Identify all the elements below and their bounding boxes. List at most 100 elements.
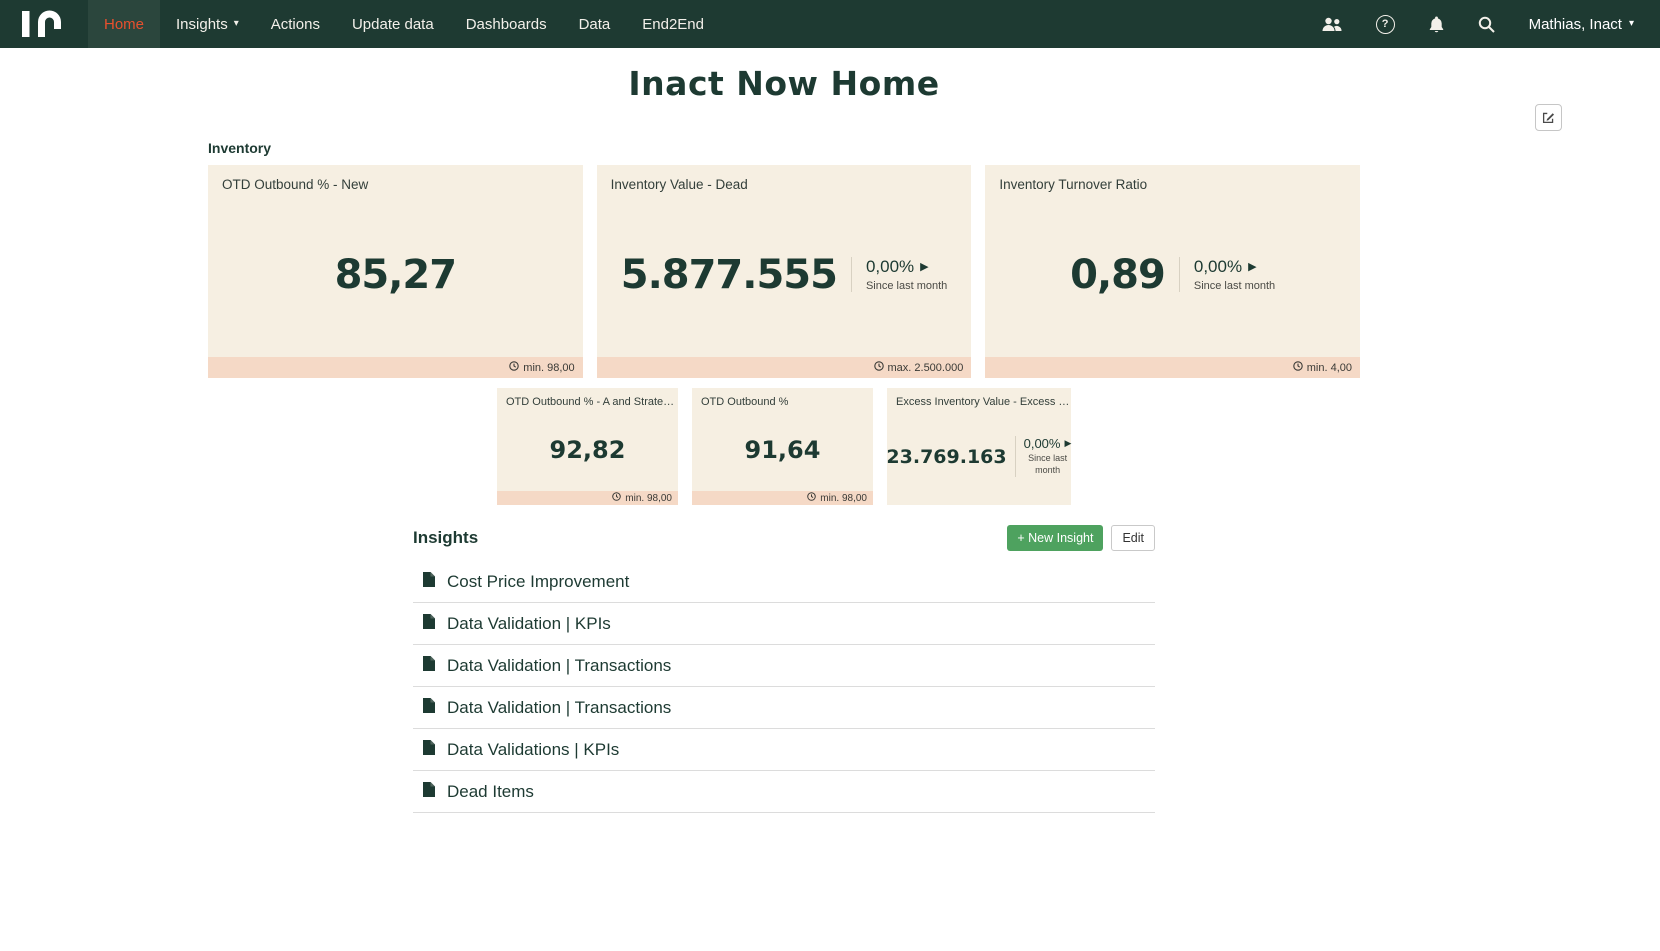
insights-actions: + New Insight Edit [1007, 525, 1155, 551]
users-icon[interactable] [1322, 17, 1342, 32]
inact-logo[interactable] [0, 0, 88, 48]
kpi-card-otd-outbound-a-strategic[interactable]: OTD Outbound % - A and Strate… 92,82 min… [497, 388, 678, 505]
insight-item-label: Data Validation | Transactions [447, 655, 672, 675]
play-icon: ▶ [1064, 438, 1072, 449]
top-navbar: Home Insights ▾ Actions Update data Dash… [0, 0, 1660, 48]
kpi-delta-value: 0,00% [1023, 436, 1061, 452]
insight-item-label: Data Validations | KPIs [447, 739, 620, 759]
kpi-card-title: Inventory Value - Dead [610, 177, 748, 192]
nav-item-update-data[interactable]: Update data [336, 0, 450, 48]
kpi-card-title: OTD Outbound % - New [222, 177, 369, 192]
kpi-delta-block: 0,00% ▶ Since last month [850, 257, 948, 292]
kpi-delta-block: 0,00% ▶ Since last month [1014, 436, 1072, 477]
insight-item-label: Data Validation | KPIs [447, 613, 611, 633]
kpi-threshold-strip: min. 98,00 [208, 357, 583, 378]
inact-logo-icon [22, 10, 61, 37]
insights-section-label: Insights [413, 528, 479, 547]
nav-item-home[interactable]: Home [88, 0, 161, 48]
kpi-threshold-label: max. 2.500.000 [887, 361, 964, 374]
insight-list-item[interactable]: Data Validation | KPIs [413, 603, 1155, 645]
insight-list-item[interactable]: Cost Price Improvement [413, 561, 1155, 603]
nav-item-actions[interactable]: Actions [255, 0, 336, 48]
kpi-card-title: Excess Inventory Value - Excess … [896, 396, 1070, 408]
insight-item-label: Dead Items [447, 781, 534, 801]
kpi-card-body: 5.877.555 0,00% ▶ Since last month [597, 192, 972, 357]
nav-item-end2end[interactable]: End2End [626, 0, 720, 48]
kpi-card-body: 91,64 [692, 408, 873, 491]
kpi-threshold-strip: min. 4,00 [985, 357, 1361, 378]
kpi-card-title: OTD Outbound % - A and Strate… [506, 396, 675, 408]
clock-icon [873, 361, 884, 374]
main-content: Inact Now Home Inventory OTD Outbound % … [0, 48, 1660, 813]
insight-list-item[interactable]: Data Validation | Transactions [413, 645, 1155, 687]
document-icon [423, 697, 435, 718]
kpi-delta-caption: Since last month [1193, 280, 1276, 292]
kpi-threshold-label: min. 98,00 [820, 492, 867, 504]
kpi-threshold-label: min. 4,00 [1306, 361, 1353, 374]
document-icon [423, 571, 435, 592]
clock-icon [509, 361, 520, 374]
clock-icon [1293, 361, 1303, 374]
navbar-right: ? Mathias, Inact ▾ [1322, 0, 1660, 48]
kpi-delta: 0,00% ▶ [1024, 436, 1072, 451]
kpi-threshold-label: min. 98,00 [625, 492, 672, 504]
kpi-value: 5.877.555 [620, 251, 838, 298]
kpi-card-body: 85,27 [208, 192, 583, 357]
insights-header: Insights + New Insight Edit [413, 525, 1155, 551]
insight-list-item[interactable]: Data Validation | Transactions [413, 687, 1155, 729]
insight-list-item[interactable]: Data Validations | KPIs [413, 729, 1155, 771]
main-nav: Home Insights ▾ Actions Update data Dash… [88, 0, 720, 48]
kpi-delta: 0,00% ▶ [1194, 257, 1275, 277]
kpi-card-otd-outbound[interactable]: OTD Outbound % 91,64 min. 98,00 [692, 388, 873, 505]
help-icon[interactable]: ? [1375, 14, 1395, 34]
kpi-value: 85,27 [334, 251, 458, 298]
kpi-card-excess-inventory-value[interactable]: Excess Inventory Value - Excess … 23.769… [886, 388, 1072, 505]
user-menu[interactable]: Mathias, Inact ▾ [1529, 16, 1634, 33]
kpi-delta-caption: Since last month [1028, 453, 1068, 475]
kpi-card-inventory-turnover-ratio[interactable]: Inventory Turnover Ratio 0,89 0,00% ▶ Si… [985, 165, 1361, 378]
inventory-section: Inventory OTD Outbound % - New 85,27 min… [208, 140, 1361, 813]
document-icon [423, 739, 435, 760]
insight-item-label: Cost Price Improvement [447, 571, 630, 591]
kpi-delta-block: 0,00% ▶ Since last month [1178, 257, 1276, 292]
insight-list-item[interactable]: Dead Items [413, 771, 1155, 813]
kpi-value: 0,89 [1070, 251, 1166, 298]
user-menu-label: Mathias, Inact [1528, 15, 1622, 33]
kpi-delta-value: 0,00% [865, 257, 915, 276]
kpi-threshold-strip: max. 2.500.000 [596, 357, 972, 378]
kpi-card-inventory-value-dead[interactable]: Inventory Value - Dead 5.877.555 0,00% ▶… [596, 165, 972, 378]
kpi-card-body: 0,89 0,00% ▶ Since last month [985, 192, 1360, 357]
edit-insights-button[interactable]: Edit [1111, 525, 1155, 551]
nav-item-insights[interactable]: Insights ▾ [160, 0, 255, 48]
insights-section: Insights + New Insight Edit Cost Price I… [413, 525, 1155, 813]
page-title: Inact Now Home [628, 64, 940, 103]
nav-item-data[interactable]: Data [563, 0, 627, 48]
kpi-delta: 0,00% ▶ [866, 257, 947, 277]
kpi-value: 92,82 [549, 435, 626, 464]
search-icon[interactable] [1478, 16, 1495, 33]
play-icon: ▶ [920, 260, 929, 273]
kpi-value: 91,64 [744, 435, 821, 464]
play-icon: ▶ [1248, 260, 1257, 273]
edit-page-button[interactable] [1535, 104, 1562, 131]
kpi-threshold-label: min. 98,00 [523, 361, 575, 374]
nav-item-dashboards[interactable]: Dashboards [450, 0, 563, 48]
clock-icon [612, 492, 622, 504]
insight-item-label: Data Validation | Transactions [447, 697, 672, 717]
kpi-threshold-strip: min. 98,00 [497, 491, 678, 505]
insight-list: Cost Price Improvement Data Validation |… [413, 561, 1155, 813]
edit-icon [1542, 112, 1555, 124]
kpi-delta-value: 0,00% [1193, 257, 1243, 276]
chevron-down-icon: ▾ [233, 18, 239, 29]
kpi-card-title: OTD Outbound % [701, 396, 789, 408]
kpi-card-body: 92,82 [497, 408, 678, 491]
notifications-bell-icon[interactable] [1429, 16, 1444, 33]
kpi-card-body: 23.769.163 0,00% ▶ Since last month [886, 408, 1072, 505]
kpi-card-otd-outbound-new[interactable]: OTD Outbound % - New 85,27 min. 98,00 [208, 165, 583, 378]
document-icon [423, 613, 435, 634]
kpi-delta-caption: Since last month [865, 280, 948, 292]
kpi-row-large: OTD Outbound % - New 85,27 min. 98,00 In… [208, 165, 1361, 378]
chevron-down-icon: ▾ [1628, 18, 1634, 29]
new-insight-button[interactable]: + New Insight [1007, 525, 1104, 551]
nav-item-insights-label: Insights [176, 15, 228, 33]
